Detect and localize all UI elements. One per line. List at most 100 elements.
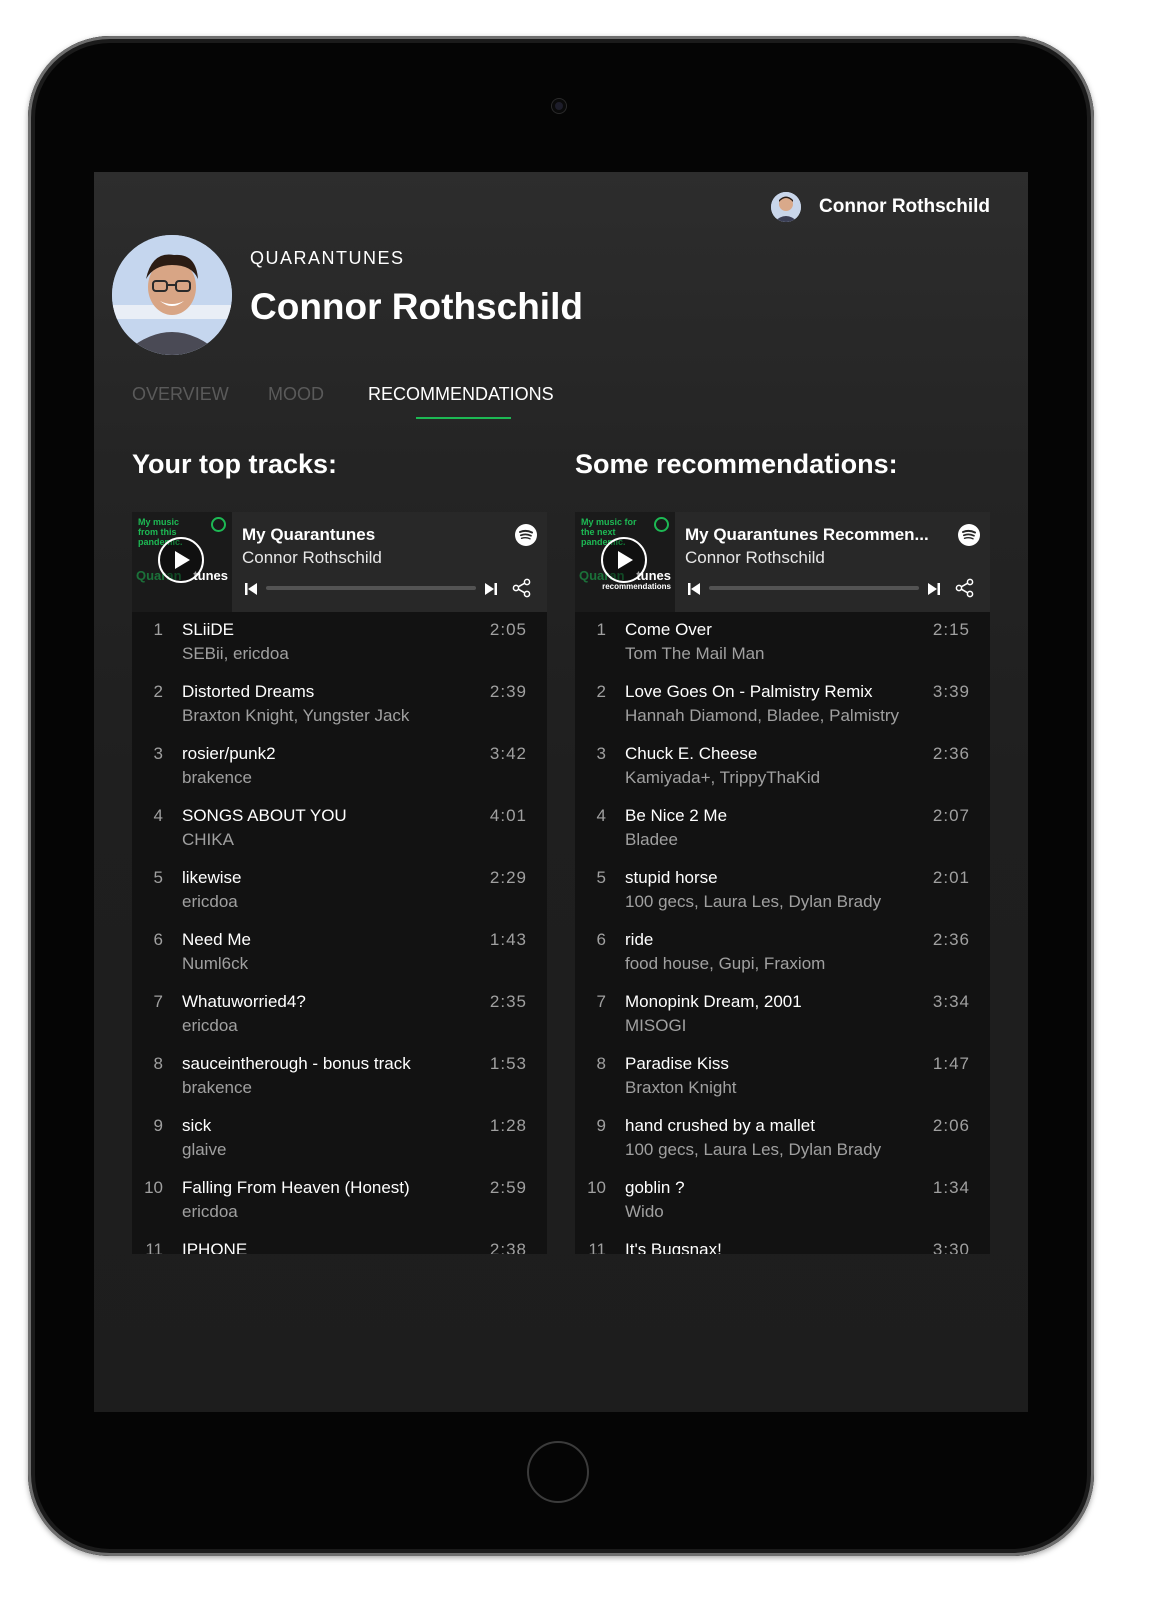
- track-title: Love Goes On - Palmistry Remix: [625, 682, 873, 701]
- track-number: 3: [596, 744, 606, 763]
- spotify-icon[interactable]: [958, 524, 980, 546]
- track-title: It's Bugsnax!: [625, 1240, 722, 1254]
- track-row[interactable]: 7 Whatuworried4? ericdoa 2:35: [132, 988, 547, 1050]
- play-button[interactable]: [158, 537, 204, 583]
- quarantunes-logo-icon: [654, 517, 669, 532]
- track-number: 5: [596, 868, 606, 887]
- active-tab-indicator: [416, 417, 511, 419]
- next-track-icon[interactable]: [484, 582, 498, 596]
- track-row[interactable]: 4 SONGS ABOUT YOU CHIKA 4:01: [132, 802, 547, 864]
- recommendations-embed: My music for the next pandemic. Quaran t…: [575, 512, 990, 1254]
- track-duration: 1:43: [489, 930, 527, 949]
- track-row[interactable]: 5 stupid horse 100 gecs, Laura Les, Dylan …: [575, 864, 990, 926]
- track-title: Chuck E. Cheese: [625, 744, 758, 763]
- track-duration: 2:01: [932, 868, 970, 887]
- track-number: 11: [588, 1240, 606, 1254]
- progress-bar[interactable]: [709, 586, 919, 590]
- quarantunes-logo-icon: [211, 517, 226, 532]
- user-name: Connor Rothschild: [819, 196, 990, 217]
- tab-mood[interactable]: MOOD: [268, 384, 324, 405]
- tab-overview[interactable]: OVERVIEW: [132, 384, 229, 405]
- previous-track-icon[interactable]: [687, 582, 701, 596]
- track-row[interactable]: 4 Be Nice 2 Me Bladee 2:07: [575, 802, 990, 864]
- track-number: 9: [596, 1116, 606, 1135]
- track-number: 8: [596, 1054, 606, 1073]
- track-number: 6: [596, 930, 606, 949]
- track-row[interactable]: 8 sauceintherough - bonus track brakence 1:…: [132, 1050, 547, 1112]
- spotify-icon[interactable]: [515, 524, 537, 546]
- track-title: Be Nice 2 Me: [625, 806, 728, 825]
- track-number: 4: [596, 806, 606, 825]
- track-duration: 3:39: [932, 682, 970, 701]
- track-row[interactable]: 2 Distorted Dreams Braxton Knight, Yungste…: [132, 678, 547, 740]
- track-list: 1 SLiiDE SEBii, ericdoa 2:05 2 Distorted Drea…: [132, 616, 547, 1254]
- home-button[interactable]: [527, 1441, 589, 1503]
- track-list: 1 Come Over Tom The Mail Man 2:15 2 Love Goes…: [575, 616, 990, 1254]
- track-row[interactable]: 2 Love Goes On - Palmistry Remix Hannah Di…: [575, 678, 990, 740]
- track-artist: ericdoa: [182, 1202, 238, 1221]
- playlist-title[interactable]: My Quarantunes Recommen...: [685, 525, 929, 545]
- user-menu[interactable]: Connor Rothschild: [771, 192, 990, 222]
- track-title: stupid horse: [625, 868, 718, 887]
- track-title: hand crushed by a mallet: [625, 1116, 815, 1135]
- track-title: goblin ?: [625, 1178, 685, 1197]
- track-number: 11: [145, 1240, 163, 1254]
- track-duration: 1:34: [932, 1178, 970, 1197]
- playlist-title[interactable]: My Quarantunes: [242, 525, 375, 545]
- playlist-owner[interactable]: Connor Rothschild: [685, 548, 825, 568]
- track-number: 6: [153, 930, 163, 949]
- track-row[interactable]: 1 Come Over Tom The Mail Man 2:15: [575, 616, 990, 678]
- track-title: Whatuworried4?: [182, 992, 306, 1011]
- page-title: Connor Rothschild: [250, 286, 583, 327]
- track-artist: 100 gecs, Laura Les, Dylan Brady: [625, 892, 882, 911]
- track-number: 9: [153, 1116, 163, 1135]
- track-title: Need Me: [182, 930, 251, 949]
- track-row[interactable]: 6 Need Me Numl6ck 1:43: [132, 926, 547, 988]
- track-artist: food house, Gupi, Fraxiom: [625, 954, 826, 973]
- track-row[interactable]: 9 sick glaive 1:28: [132, 1112, 547, 1174]
- track-duration: 2:36: [932, 930, 970, 949]
- track-artist: SEBii, ericdoa: [182, 644, 289, 663]
- track-row[interactable]: 3 rosier/punk2 brakence 3:42: [132, 740, 547, 802]
- play-button[interactable]: [601, 537, 647, 583]
- track-number: 7: [153, 992, 163, 1011]
- track-row[interactable]: 3 Chuck E. Cheese Kamiyada+, TrippyThaKid 2…: [575, 740, 990, 802]
- track-artist: Tom The Mail Man: [625, 644, 765, 663]
- track-duration: 2:29: [489, 868, 527, 887]
- playlist-owner[interactable]: Connor Rothschild: [242, 548, 382, 568]
- track-row[interactable]: 11 It's Bugsnax! 3:30: [575, 1236, 990, 1254]
- play-icon: [618, 551, 633, 569]
- track-title: SLiiDE: [182, 620, 234, 639]
- track-row[interactable]: 8 Paradise Kiss Braxton Knight 1:47: [575, 1050, 990, 1112]
- track-number: 5: [153, 868, 163, 887]
- progress-bar[interactable]: [266, 586, 476, 590]
- track-number: 8: [153, 1054, 163, 1073]
- share-icon[interactable]: [955, 578, 975, 598]
- track-artist: 100 gecs, Laura Les, Dylan Brady: [625, 1140, 882, 1159]
- track-duration: 2:59: [489, 1178, 527, 1197]
- track-number: 7: [596, 992, 606, 1011]
- track-artist: Numl6ck: [182, 954, 249, 973]
- track-duration: 1:47: [932, 1054, 970, 1073]
- track-title: sauceintherough - bonus track: [182, 1054, 411, 1073]
- track-number: 4: [153, 806, 163, 825]
- track-duration: 4:01: [489, 806, 527, 825]
- track-row[interactable]: 7 Monopink Dream, 2001 MISOGI 3:34: [575, 988, 990, 1050]
- track-row[interactable]: 6 ride food house, Gupi, Fraxiom 2:36: [575, 926, 990, 988]
- next-track-icon[interactable]: [927, 582, 941, 596]
- track-row[interactable]: 9 hand crushed by a mallet 100 gecs, Laura…: [575, 1112, 990, 1174]
- track-row[interactable]: 10 goblin ? Wido 1:34: [575, 1174, 990, 1236]
- track-row[interactable]: 5 likewise ericdoa 2:29: [132, 864, 547, 926]
- track-title: Falling From Heaven (Honest): [182, 1178, 410, 1197]
- recommendations-heading: Some recommendations:: [575, 449, 898, 479]
- tab-recommendations[interactable]: RECOMMENDATIONS: [368, 384, 554, 405]
- track-row[interactable]: 11 IPHONE 2:38: [132, 1236, 547, 1254]
- app-screen: Connor Rothschild QUARANTUNES Connor Rot…: [94, 172, 1028, 1412]
- previous-track-icon[interactable]: [244, 582, 258, 596]
- share-icon[interactable]: [512, 578, 532, 598]
- track-artist: CHIKA: [182, 830, 234, 849]
- track-artist: Bladee: [625, 830, 678, 849]
- track-row[interactable]: 1 SLiiDE SEBii, ericdoa 2:05: [132, 616, 547, 678]
- track-row[interactable]: 10 Falling From Heaven (Honest) ericdoa 2:5…: [132, 1174, 547, 1236]
- track-duration: 2:15: [932, 620, 970, 639]
